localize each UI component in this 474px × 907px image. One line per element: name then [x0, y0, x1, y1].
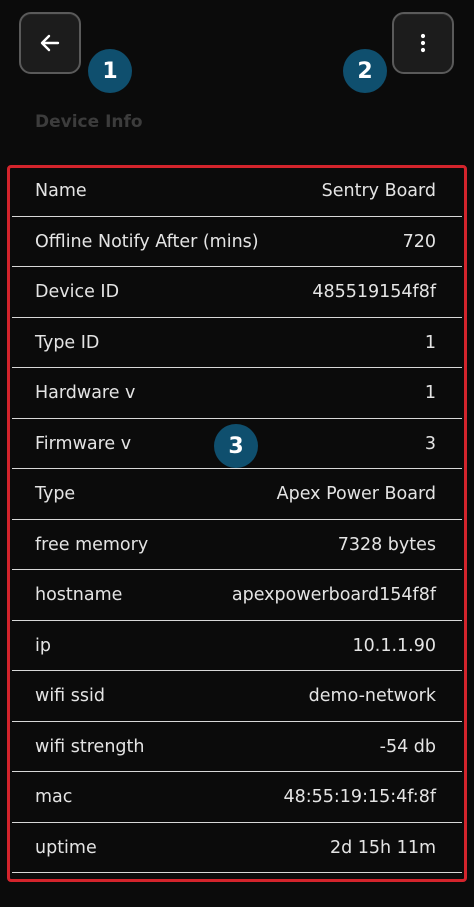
info-row-name: Name Sentry Board: [12, 167, 462, 217]
info-label: free memory: [35, 534, 149, 555]
info-label: uptime: [35, 837, 97, 858]
info-row-offline-notify: Offline Notify After (mins) 720: [12, 218, 462, 267]
info-row-hardware: Hardware v 1: [12, 369, 462, 419]
info-label: wifi strength: [35, 736, 145, 757]
info-value: Sentry Board: [321, 181, 436, 202]
annotation-badge-2: 2: [343, 49, 387, 93]
annotation-badge-1: 1: [88, 49, 132, 93]
info-label: Firmware v: [35, 433, 132, 454]
info-value: Apex Power Board: [276, 484, 436, 505]
page-title: Device Info: [35, 112, 143, 132]
info-row-type-id: Type ID 1: [12, 319, 462, 368]
info-label: Type ID: [35, 332, 100, 353]
info-row-wifi-strength: wifi strength -54 db: [12, 723, 462, 772]
info-value: 485519154f8f: [312, 282, 436, 303]
info-label: Device ID: [35, 282, 120, 303]
info-row-free-memory: free memory 7328 bytes: [12, 521, 462, 570]
more-vertical-icon: [420, 33, 426, 53]
more-options-button[interactable]: [392, 12, 454, 74]
info-row-mac: mac 48:55:19:15:4f:8f: [12, 773, 462, 823]
info-label: Offline Notify After (mins): [35, 231, 259, 252]
device-info-list: Name Sentry Board Offline Notify After (…: [12, 167, 462, 874]
info-value: 720: [402, 231, 436, 252]
info-value: apexpowerboard154f8f: [231, 585, 436, 606]
info-label: wifi ssid: [35, 686, 105, 707]
arrow-left-icon: [40, 34, 60, 52]
info-row-wifi-ssid: wifi ssid demo-network: [12, 672, 462, 722]
info-value: 1: [424, 332, 436, 353]
info-row-ip: ip 10.1.1.90: [12, 622, 462, 671]
info-value: 10.1.1.90: [352, 635, 437, 656]
annotation-badge-3: 3: [214, 424, 258, 468]
info-label: hostname: [35, 585, 123, 606]
info-value: 3: [424, 433, 436, 454]
back-button[interactable]: [19, 12, 81, 74]
info-label: Name: [35, 181, 87, 202]
info-value: -54 db: [379, 736, 436, 757]
info-row-hostname: hostname apexpowerboard154f8f: [12, 571, 462, 621]
info-label: ip: [35, 635, 51, 656]
info-row-device-id: Device ID 485519154f8f: [12, 268, 462, 318]
info-label: mac: [35, 787, 73, 808]
info-label: Hardware v: [35, 383, 136, 404]
info-label: Type: [35, 484, 76, 505]
info-row-uptime: uptime 2d 15h 11m: [12, 824, 462, 873]
info-value: 48:55:19:15:4f:8f: [283, 787, 436, 808]
info-value: 7328 bytes: [337, 534, 436, 555]
info-value: demo-network: [308, 686, 436, 707]
info-value: 2d 15h 11m: [329, 837, 436, 858]
info-value: 1: [424, 383, 436, 404]
info-row-type: Type Apex Power Board: [12, 470, 462, 520]
